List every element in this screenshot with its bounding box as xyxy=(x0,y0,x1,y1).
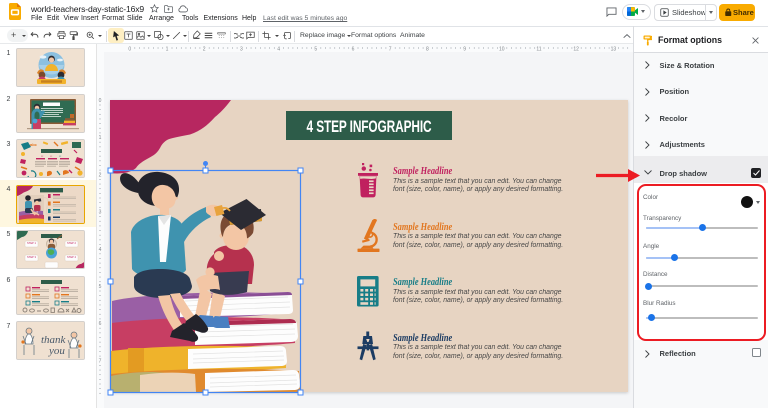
svg-text:1: 1 xyxy=(166,47,169,53)
svg-text:13: 13 xyxy=(611,47,617,53)
svg-text:STEP 4: STEP 4 xyxy=(67,255,76,259)
svg-text:abc: abc xyxy=(30,142,38,147)
svg-text:6: 6 xyxy=(352,47,355,53)
svg-text:5: 5 xyxy=(314,47,317,53)
svg-text:2: 2 xyxy=(203,47,206,53)
svg-text:3: 3 xyxy=(240,47,243,53)
svg-text:0: 0 xyxy=(99,98,102,104)
svg-text:8: 8 xyxy=(426,47,429,53)
svg-text:STEP 1: STEP 1 xyxy=(27,241,36,245)
svg-text:0: 0 xyxy=(128,47,131,53)
svg-text:STEP 2: STEP 2 xyxy=(67,241,76,245)
svg-text:11: 11 xyxy=(536,47,541,53)
svg-text:4: 4 xyxy=(277,47,280,53)
svg-text:10: 10 xyxy=(499,47,505,53)
svg-text:7: 7 xyxy=(389,47,392,53)
svg-text:you: you xyxy=(48,345,65,357)
svg-text:STEP 3: STEP 3 xyxy=(27,255,36,259)
svg-text:1: 1 xyxy=(99,135,102,141)
svg-text:9: 9 xyxy=(463,47,466,53)
svg-text:12: 12 xyxy=(573,47,579,53)
